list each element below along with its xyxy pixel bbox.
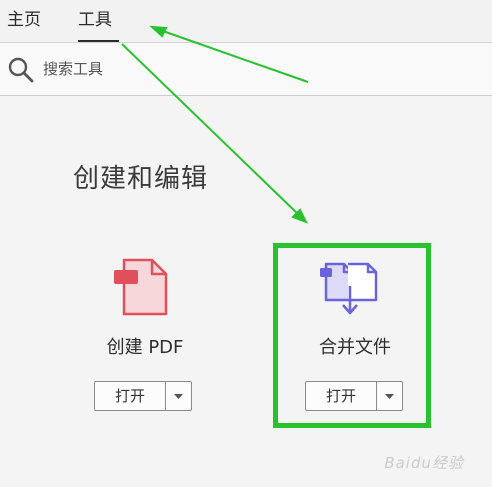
tool-card-combine-files: 合并文件 打开 bbox=[270, 246, 440, 436]
chevron-down-icon[interactable] bbox=[377, 382, 402, 410]
watermark: Baidu经验 bbox=[384, 454, 464, 472]
combine-files-icon[interactable] bbox=[316, 256, 384, 318]
tool-card-create-pdf: 创建 PDF 打开 bbox=[60, 246, 230, 436]
active-tab-indicator bbox=[78, 40, 119, 42]
tools-main: 创建和编辑 创建 PDF 打开 合并文件 打开 bbox=[0, 96, 492, 487]
search-input[interactable] bbox=[43, 55, 343, 83]
tool-label: 创建 PDF bbox=[106, 337, 184, 358]
open-button-combine-files[interactable]: 打开 bbox=[305, 381, 403, 411]
tab-tools[interactable]: 工具 bbox=[78, 8, 112, 32]
section-title: 创建和编辑 bbox=[73, 164, 209, 194]
tool-label: 合并文件 bbox=[319, 337, 391, 358]
search-icon[interactable] bbox=[7, 56, 35, 84]
tab-home[interactable]: 主页 bbox=[7, 8, 41, 32]
open-button-label[interactable]: 打开 bbox=[306, 382, 376, 410]
create-pdf-icon[interactable] bbox=[110, 256, 178, 318]
chevron-down-icon[interactable] bbox=[166, 382, 191, 410]
search-bar bbox=[0, 43, 492, 96]
top-tab-bar: 主页 工具 bbox=[0, 0, 492, 43]
open-button-label[interactable]: 打开 bbox=[95, 382, 165, 410]
open-button-create-pdf[interactable]: 打开 bbox=[94, 381, 192, 411]
